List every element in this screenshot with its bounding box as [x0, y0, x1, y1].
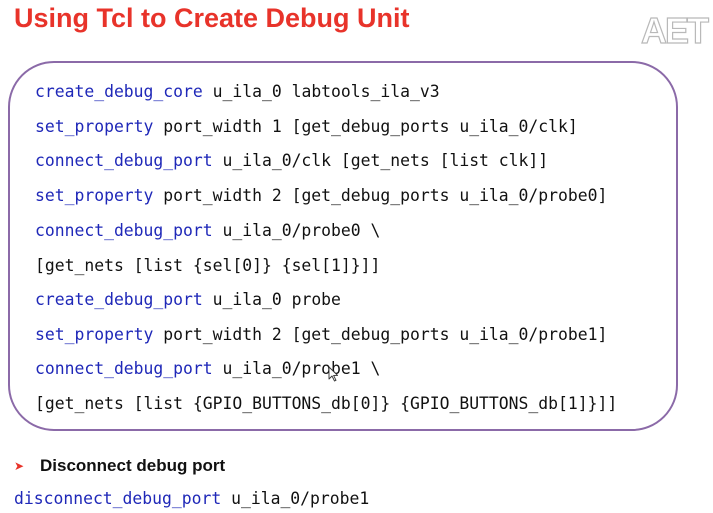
code-line: set_property port_width 2 [get_debug_por…: [35, 186, 607, 206]
code-args: port_width 1 [get_debug_ports u_ila_0/cl…: [153, 117, 578, 136]
code-command: create_debug_port: [35, 290, 203, 309]
code-command: set_property: [35, 186, 154, 205]
code-command: connect_debug_port: [35, 221, 213, 240]
code-command: connect_debug_port: [35, 359, 213, 378]
code-line: connect_debug_port u_ila_0/clk [get_nets…: [35, 151, 548, 171]
code-args: [get_nets [list {sel[0]} {sel[1]}]]: [35, 256, 381, 275]
disconnect-code-line: disconnect_debug_port u_ila_0/probe1: [14, 489, 369, 509]
code-args: u_ila_0 labtools_ila_v3: [202, 82, 440, 101]
code-line: create_debug_port u_ila_0 probe: [35, 290, 341, 310]
code-line: connect_debug_port u_ila_0/probe0 \: [35, 221, 380, 241]
code-line: [get_nets [list {sel[0]} {sel[1]}]]: [35, 256, 380, 276]
code-command: create_debug_core: [35, 82, 203, 101]
code-line: create_debug_core u_ila_0 labtools_ila_v…: [35, 82, 440, 102]
code-args: port_width 2 [get_debug_ports u_ila_0/pr…: [153, 325, 608, 344]
code-command: disconnect_debug_port: [14, 489, 222, 508]
slide-title: Using Tcl to Create Debug Unit: [14, 3, 410, 33]
code-args: port_width 2 [get_debug_ports u_ila_0/pr…: [153, 186, 608, 205]
arrow-bullet-icon: ➤: [14, 459, 25, 473]
code-args: u_ila_0/probe0 \: [212, 221, 381, 240]
code-args: u_ila_0/clk [get_nets [list clk]]: [212, 151, 549, 170]
code-args: u_ila_0/probe1: [221, 489, 370, 508]
code-command: set_property: [35, 117, 154, 136]
code-line: set_property port_width 1 [get_debug_por…: [35, 117, 578, 137]
code-args: u_ila_0 probe: [202, 290, 341, 309]
code-args: [get_nets [list {GPIO_BUTTONS_db[0]} {GP…: [35, 394, 618, 413]
mouse-pointer-icon: [328, 366, 339, 382]
code-command: connect_debug_port: [35, 151, 213, 170]
bullet-text: Disconnect debug port: [40, 456, 226, 475]
code-args: u_ila_0/probe1 \: [212, 359, 381, 378]
code-command: set_property: [35, 325, 154, 344]
aet-logo: AET: [640, 9, 709, 51]
code-line: [get_nets [list {GPIO_BUTTONS_db[0]} {GP…: [35, 394, 617, 414]
bullet-item: ➤ Disconnect debug port: [14, 456, 225, 476]
code-line: set_property port_width 2 [get_debug_por…: [35, 325, 607, 345]
